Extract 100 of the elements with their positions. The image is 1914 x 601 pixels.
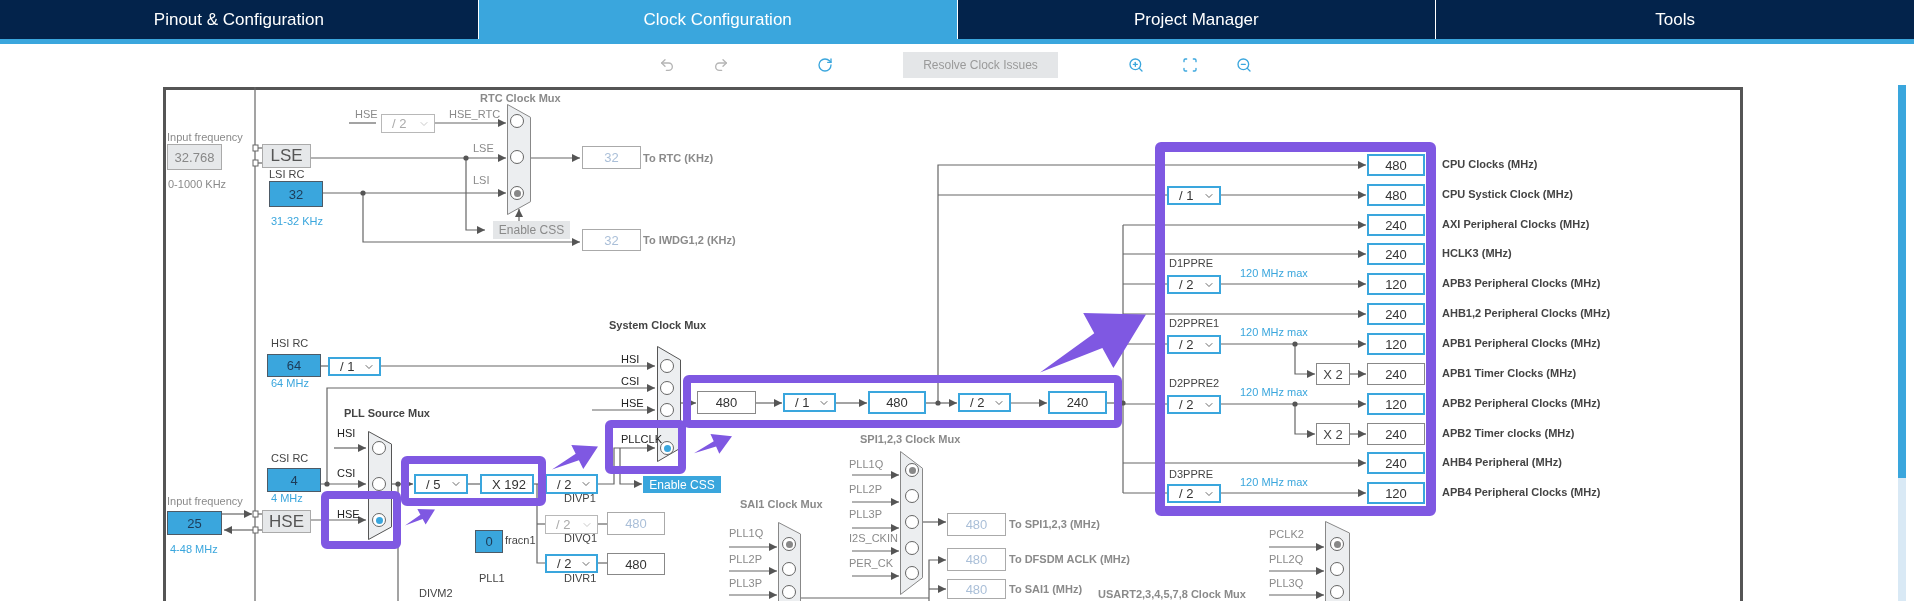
clock-output-label: APB2 Timer clocks (MHz): [1442, 427, 1575, 440]
prescaler-dropdown[interactable]: / 2: [545, 474, 598, 494]
prescaler-dropdown[interactable]: / 2: [958, 393, 1011, 412]
tab[interactable]: Project Manager: [957, 0, 1436, 39]
frequency-output-field[interactable]: 240: [1367, 423, 1425, 445]
mux-title: RTC Clock Mux: [480, 92, 561, 105]
frequency-output-field[interactable]: 120: [1367, 393, 1425, 415]
prescaler-dropdown[interactable]: / 2: [545, 554, 598, 573]
prescaler-dropdown[interactable]: / 1: [1167, 186, 1221, 205]
mux-input-label: PLL2Q: [1269, 553, 1304, 566]
frequency-value-field: 32.768: [167, 144, 222, 170]
diagram-label: 120 MHz max: [1240, 476, 1308, 489]
clock-output-label: APB1 Timer Clocks (MHz): [1442, 367, 1577, 380]
prescaler-dropdown[interactable]: / 1: [328, 357, 381, 376]
pointer-arrow: [405, 509, 435, 526]
mux-input-label: PLL2P: [849, 483, 883, 496]
diagram-label: 120 MHz max: [1240, 386, 1308, 399]
clock-output-label: CPU Clocks (MHz): [1442, 158, 1538, 171]
frequency-output-field[interactable]: 480: [697, 391, 756, 414]
mux-title: PLL Source Mux: [344, 407, 430, 420]
pointer-arrow: [694, 433, 732, 454]
tab[interactable]: Tools: [1436, 0, 1914, 39]
diagram-label: DIVQ1: [564, 532, 597, 545]
diagram-label: D3PPRE: [1169, 468, 1214, 481]
diagram-label: To SAI1 (MHz): [1009, 583, 1083, 596]
mux-input-label: PLL3P: [729, 577, 763, 590]
diagram-label: D1PPRE: [1169, 257, 1214, 270]
prescaler-dropdown[interactable]: / 2: [1167, 335, 1221, 354]
diagram-label: To SPI1,2,3 (MHz): [1009, 518, 1100, 531]
clock-output-label: APB1 Peripheral Clocks (MHz): [1442, 337, 1601, 350]
diagram-label: To RTC (KHz): [643, 152, 714, 165]
diagram-label: Input frequency: [167, 131, 243, 144]
diagram-label: 120 MHz max: [1240, 326, 1308, 339]
mux-input-label: LSE: [473, 142, 494, 155]
diagram-label: 0-1000 KHz: [168, 178, 227, 191]
mux-input-label: CSI: [621, 375, 640, 388]
prescaler-dropdown[interactable]: X 192: [480, 474, 534, 494]
frequency-output-field[interactable]: 240: [1367, 452, 1425, 474]
mux-title: SPI1,2,3 Clock Mux: [860, 433, 961, 446]
diagram-label: DIVR1: [564, 572, 597, 585]
diagram-label: Input frequency: [167, 495, 243, 508]
frequency-output-field[interactable]: 120: [1367, 482, 1425, 504]
frequency-input-field[interactable]: 64: [267, 354, 321, 377]
mux-input-label: HSI: [621, 353, 640, 366]
mux-input-label: I2S_CKIN: [849, 532, 898, 545]
mux-input-label: HSE: [621, 397, 644, 410]
diagram-label: 4-48 MHz: [170, 543, 218, 556]
mux-title: USART2,3,4,5,7,8 Clock Mux: [1098, 588, 1246, 601]
clock-output-label: APB3 Peripheral Clocks (MHz): [1442, 277, 1601, 290]
multiplier-field: X 2: [1316, 423, 1350, 445]
frequency-output-field[interactable]: 240: [1367, 303, 1425, 325]
diagram-label: DIVP1: [564, 492, 596, 505]
mux-input-label: PLL1Q: [729, 527, 764, 540]
frequency-output-field[interactable]: 480: [1367, 184, 1425, 206]
prescaler-dropdown[interactable]: / 2: [1167, 275, 1221, 294]
frequency-output-field[interactable]: 240: [1367, 243, 1425, 265]
mux-input-label: PER_CK: [849, 557, 894, 570]
prescaler-dropdown[interactable]: / 2: [1167, 395, 1221, 414]
frequency-input-field[interactable]: 32: [269, 181, 323, 207]
mux-input-label: PLL3Q: [1269, 577, 1304, 590]
diagram-label: To IWDG1,2 (KHz): [643, 234, 736, 247]
diagram-label: LSI RC: [269, 168, 305, 181]
tab[interactable]: Pinout & Configuration: [0, 0, 478, 39]
diagram-label: D2PPRE2: [1169, 377, 1220, 390]
refresh-icon[interactable]: [817, 56, 833, 73]
prescaler-dropdown[interactable]: / 1: [783, 393, 836, 412]
frequency-input-field[interactable]: 0: [475, 530, 503, 553]
frequency-value-field: LSE: [262, 144, 311, 168]
diagram-label: 120 MHz max: [1240, 267, 1308, 280]
clock-output-label: CPU Systick Clock (MHz): [1442, 188, 1573, 201]
clock-output-label: AXI Peripheral Clocks (MHz): [1442, 218, 1590, 231]
zoom-out-icon[interactable]: [1236, 56, 1252, 73]
frequency-output-field[interactable]: 120: [1367, 333, 1425, 355]
frequency-output-field[interactable]: 120: [1367, 273, 1425, 295]
mux-title: System Clock Mux: [609, 319, 707, 332]
frequency-output-field[interactable]: 240: [1367, 363, 1425, 385]
mux-input-label: PLL2P: [729, 553, 763, 566]
mux-input-label: LSI: [473, 174, 490, 187]
frequency-output-field[interactable]: 240: [1367, 214, 1425, 236]
frequency-output-field[interactable]: 240: [1048, 391, 1107, 414]
frequency-output-field[interactable]: 480: [1367, 154, 1425, 176]
diagram-label: CSI RC: [271, 452, 309, 465]
clock-output-label: AHB1,2 Peripheral Clocks (MHz): [1442, 307, 1611, 320]
prescaler-dropdown[interactable]: / 2: [1167, 484, 1221, 503]
scrollbar-track[interactable]: [1898, 85, 1906, 601]
clock-output-label: APB2 Peripheral Clocks (MHz): [1442, 397, 1601, 410]
mux-input-label: CSI: [337, 467, 356, 480]
frequency-value-field: HSE: [262, 510, 311, 533]
zoom-in-icon[interactable]: [1128, 56, 1144, 73]
frequency-input-field[interactable]: 25: [167, 511, 222, 535]
frequency-input-field[interactable]: 4: [267, 468, 321, 492]
clock-output-label: HCLK3 (MHz): [1442, 247, 1512, 260]
frequency-output-field[interactable]: 480: [868, 391, 926, 414]
scrollbar-thumb[interactable]: [1898, 85, 1906, 478]
frequency-output-field[interactable]: 480: [607, 553, 665, 575]
clock-output-label: AHB4 Peripheral (MHz): [1442, 456, 1562, 469]
diagram-label: fracn1: [505, 534, 536, 547]
multiplier-field: X 2: [1316, 363, 1350, 385]
diagram-label: 4 MHz: [271, 492, 303, 505]
prescaler-dropdown[interactable]: / 5: [414, 474, 468, 494]
